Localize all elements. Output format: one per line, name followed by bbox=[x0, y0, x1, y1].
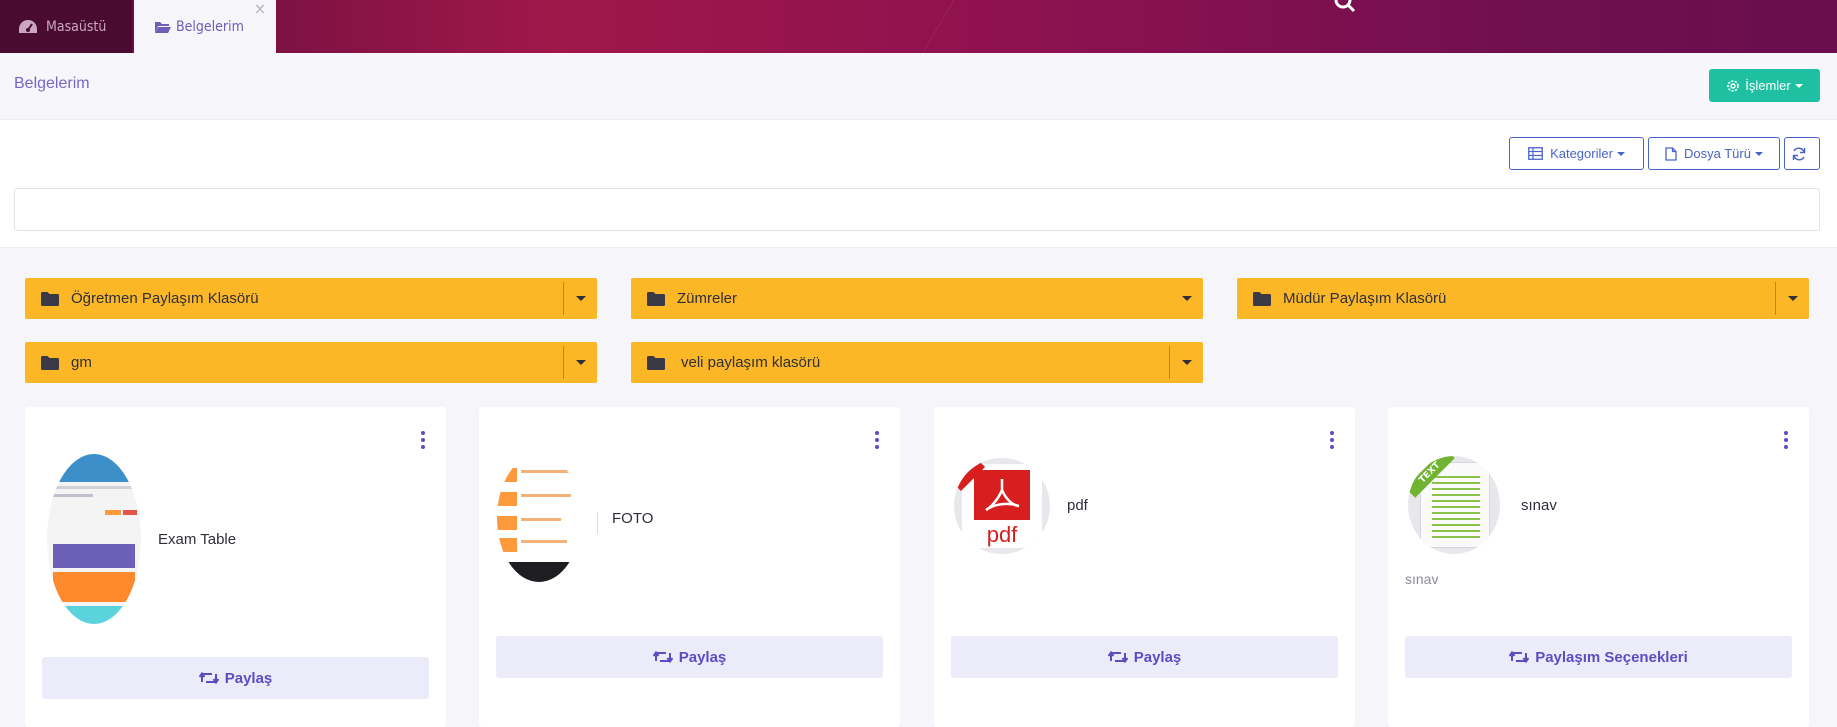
table-icon bbox=[1528, 147, 1543, 160]
chevron-down-icon bbox=[1181, 360, 1192, 365]
categories-label: Kategoriler bbox=[1550, 146, 1613, 161]
retweet-icon bbox=[198, 671, 219, 685]
chevron-down-icon bbox=[575, 296, 586, 301]
photo-thumb bbox=[497, 454, 581, 582]
share-button[interactable]: Paylaş bbox=[42, 657, 429, 699]
share-button[interactable]: Paylaş bbox=[496, 636, 883, 678]
refresh-button[interactable] bbox=[1784, 137, 1820, 170]
folder-dropdown-toggle[interactable] bbox=[1170, 278, 1203, 319]
folder-icon bbox=[41, 291, 59, 306]
folder-dropdown-toggle[interactable] bbox=[1776, 278, 1809, 319]
folder-ogretmen[interactable]: Öğretmen Paylaşım Klasörü bbox=[25, 278, 597, 319]
folder-gm[interactable]: gm bbox=[25, 342, 597, 383]
folder-dropdown-toggle[interactable] bbox=[564, 342, 597, 383]
decorative-line bbox=[883, 0, 1577, 53]
folder-dropdown-toggle[interactable] bbox=[564, 278, 597, 319]
card-title: sınav bbox=[1521, 497, 1557, 514]
text-file-icon: TEXT bbox=[1408, 456, 1500, 554]
more-options-icon[interactable] bbox=[420, 431, 426, 451]
retweet-icon bbox=[1509, 650, 1530, 664]
chevron-down-icon bbox=[1754, 151, 1763, 156]
filetype-button[interactable]: Dosya Türü bbox=[1648, 137, 1780, 170]
chevron-down-icon bbox=[1787, 296, 1798, 301]
app-screenshot-thumb bbox=[47, 454, 141, 624]
document-card: FOTO Paylaş bbox=[479, 407, 900, 727]
folder-label: gm bbox=[71, 354, 92, 371]
gear-icon bbox=[1727, 79, 1740, 92]
page-header: Belgelerim İşlemler bbox=[0, 53, 1837, 120]
folder-label: Zümreler bbox=[677, 290, 738, 307]
folder-icon bbox=[647, 291, 665, 306]
share-button[interactable]: Paylaş bbox=[951, 636, 1338, 678]
document-card: pdf pdf Paylaş bbox=[934, 407, 1355, 727]
chevron-down-icon bbox=[1794, 83, 1803, 88]
share-label: Paylaşım Seçenekleri bbox=[1535, 648, 1688, 666]
card-title: FOTO bbox=[612, 510, 654, 527]
pdf-icon: pdf bbox=[954, 458, 1050, 554]
retweet-icon bbox=[1107, 650, 1128, 664]
more-options-icon[interactable] bbox=[1329, 431, 1335, 451]
folder-label: Müdür Paylaşım Klasörü bbox=[1283, 290, 1447, 307]
page-title: Belgelerim bbox=[14, 75, 90, 92]
retweet-icon bbox=[652, 650, 673, 664]
folder-open-icon bbox=[155, 21, 171, 33]
search-icon[interactable] bbox=[1333, 0, 1357, 14]
share-label: Paylaş bbox=[1133, 648, 1182, 666]
card-subtitle: sınav bbox=[1405, 571, 1439, 587]
share-label: Paylaş bbox=[224, 669, 273, 687]
chevron-down-icon bbox=[1181, 296, 1192, 301]
divider bbox=[597, 512, 598, 534]
folder-label: Öğretmen Paylaşım Klasörü bbox=[71, 290, 259, 307]
tab-belgelerim-label: Belgelerim bbox=[176, 18, 244, 35]
pdf-icon-label: pdf bbox=[986, 522, 1018, 547]
dashboard-icon bbox=[19, 19, 37, 33]
categories-button[interactable]: Kategoriler bbox=[1509, 137, 1644, 170]
share-options-button[interactable]: Paylaşım Seçenekleri bbox=[1405, 636, 1792, 678]
folder-mudur[interactable]: Müdür Paylaşım Klasörü bbox=[1237, 278, 1809, 319]
chevron-down-icon bbox=[1616, 151, 1625, 156]
folder-icon bbox=[41, 355, 59, 370]
chevron-down-icon bbox=[575, 360, 586, 365]
folder-veli[interactable]: veli paylaşım klasörü bbox=[631, 342, 1203, 383]
actions-button[interactable]: İşlemler bbox=[1709, 69, 1820, 102]
share-label: Paylaş bbox=[678, 648, 727, 666]
tab-belgelerim[interactable]: Belgelerim × bbox=[134, 0, 276, 53]
card-title: pdf bbox=[1067, 497, 1088, 514]
actions-label: İşlemler bbox=[1745, 78, 1791, 93]
more-options-icon[interactable] bbox=[874, 431, 880, 451]
file-icon bbox=[1665, 146, 1677, 161]
folder-icon bbox=[1253, 291, 1271, 306]
refresh-icon bbox=[1792, 147, 1805, 160]
folder-label: veli paylaşım klasörü bbox=[681, 354, 821, 371]
folder-zumreler[interactable]: Zümreler bbox=[631, 278, 1203, 319]
folder-dropdown-toggle[interactable] bbox=[1170, 342, 1203, 383]
top-bar: Masaüstü Belgelerim × bbox=[0, 0, 1837, 53]
tab-home[interactable]: Masaüstü bbox=[0, 0, 132, 53]
folder-icon bbox=[647, 355, 665, 370]
filter-panel: Kategoriler Dosya Türü bbox=[0, 120, 1837, 248]
more-options-icon[interactable] bbox=[1783, 431, 1789, 451]
tab-home-label: Masaüstü bbox=[46, 18, 107, 35]
card-title: Exam Table bbox=[158, 531, 237, 548]
filetype-label: Dosya Türü bbox=[1684, 146, 1751, 161]
search-input[interactable] bbox=[14, 188, 1820, 231]
document-card: Exam Table Paylaş bbox=[25, 407, 446, 727]
document-card: TEXT sınav sınav Paylaşım Seçenekleri bbox=[1388, 407, 1809, 727]
close-icon[interactable]: × bbox=[254, 1, 266, 17]
